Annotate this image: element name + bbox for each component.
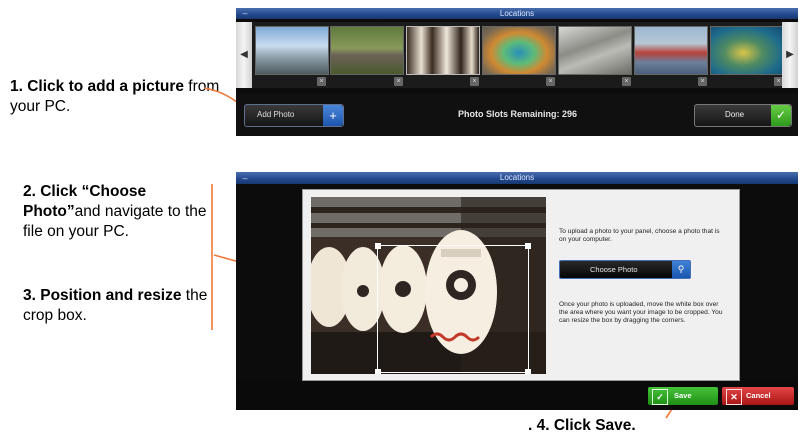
photo-strip-panel: – Locations ◀ × × × × × × × ▶ Add Photo … [236, 8, 798, 136]
photo-slots-remaining: Photo Slots Remaining: 296 [458, 109, 578, 119]
chevron-right-icon[interactable]: ▶ [782, 22, 798, 88]
thumbnail-rocks[interactable] [558, 26, 632, 75]
photo-preview [311, 197, 546, 374]
step3-bold: 3. Position and resize [23, 287, 182, 304]
panel-titlebar: – Locations [236, 8, 798, 19]
crop-handle-br[interactable] [525, 369, 531, 374]
close-icon[interactable]: × [470, 77, 479, 86]
cancel-label: Cancel [746, 391, 771, 400]
close-icon: ✕ [726, 389, 742, 405]
close-icon[interactable]: × [622, 77, 631, 86]
close-icon[interactable]: × [394, 77, 403, 86]
close-icon[interactable]: × [317, 77, 326, 86]
close-icon[interactable]: × [698, 77, 707, 86]
thumbnail-harbor-town[interactable] [634, 26, 708, 75]
chevron-left-icon[interactable]: ◀ [236, 22, 252, 88]
strip-footer: Add Photo + Photo Slots Remaining: 296 D… [236, 93, 798, 136]
done-label: Done [725, 110, 745, 119]
choose-photo-label: Choose Photo [590, 265, 638, 274]
thumbnail-strip: ◀ × × × × × × × ▶ [236, 22, 798, 88]
close-icon[interactable]: × [546, 77, 555, 86]
step3-note: 3. Position and resize the crop box. [23, 286, 213, 326]
step4-note: . 4. Click Save. [528, 416, 636, 436]
thumbnail-geyser[interactable] [255, 26, 329, 75]
crop-handle-tr[interactable] [525, 243, 531, 249]
save-button[interactable]: ✓ Save [648, 387, 718, 405]
add-photo-label: Add Photo [257, 110, 295, 119]
panel-titlebar: – Locations [236, 172, 798, 184]
minus-icon[interactable]: – [240, 8, 250, 19]
step1-bold: 1. Click to add a picture [10, 78, 184, 95]
panel-title: Locations [499, 9, 535, 18]
crop-handle-tl[interactable] [375, 243, 381, 249]
upload-dialog: To upload a photo to your panel, choose … [302, 189, 740, 381]
check-icon: ✓ [771, 105, 791, 126]
check-icon: ✓ [652, 389, 668, 405]
plus-icon: + [323, 105, 343, 126]
done-button[interactable]: Done ✓ [694, 104, 792, 127]
step4-text: . 4. Click Save. [528, 417, 636, 434]
upload-photo-panel: – Locations To upload a photo to your pa… [236, 172, 798, 410]
upload-footer: ✓ Save ✕ Cancel [236, 381, 798, 410]
save-label: Save [674, 391, 692, 400]
crop-instruction: Once your photo is uploaded, move the wh… [559, 301, 723, 324]
thumbnail-lanterns[interactable] [406, 26, 480, 75]
search-icon: ⚲ [672, 261, 690, 278]
thumbnail-elephant[interactable] [330, 26, 404, 75]
step2-note: 2. Click “Choose Photo”and navigate to t… [23, 182, 208, 242]
minus-icon[interactable]: – [240, 172, 250, 184]
add-photo-button[interactable]: Add Photo + [244, 104, 344, 127]
thumbnail-hot-spring[interactable] [482, 26, 556, 75]
step1-note: 1. Click to add a picture from your PC. [10, 77, 230, 117]
crop-handle-bl[interactable] [375, 369, 381, 374]
cancel-button[interactable]: ✕ Cancel [722, 387, 794, 405]
crop-box[interactable] [375, 243, 531, 374]
thumbnail-underwater[interactable] [710, 26, 784, 75]
upload-instruction: To upload a photo to your panel, choose … [559, 228, 720, 243]
choose-photo-button[interactable]: Choose Photo ⚲ [559, 260, 691, 279]
panel-title: Locations [499, 173, 535, 182]
